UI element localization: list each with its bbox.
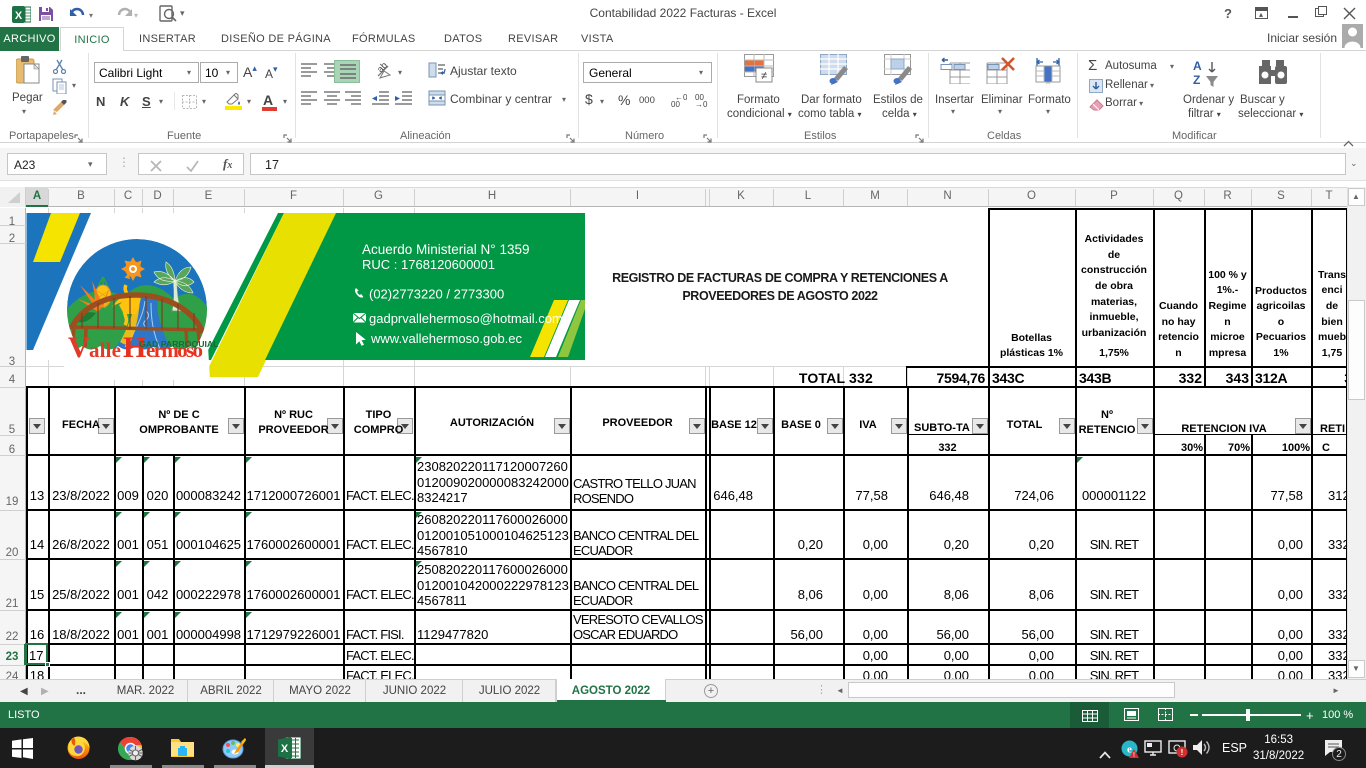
svg-text:RUC : 1768120600001: RUC : 1768120600001	[362, 257, 495, 272]
svg-text:A: A	[1193, 59, 1202, 73]
svg-text:gadprvallehermoso@hotmail.com: gadprvallehermoso@hotmail.com	[369, 311, 563, 326]
svg-text:V: V	[68, 331, 90, 364]
svg-text:!: !	[1181, 748, 1184, 757]
svg-text:→0: →0	[695, 100, 708, 108]
svg-text:www.vallehermoso.gob.ec: www.vallehermoso.gob.ec	[370, 331, 523, 346]
svg-text:alle: alle	[89, 338, 121, 362]
svg-text:GAD PARROQUIAL: GAD PARROQUIAL	[139, 339, 219, 349]
svg-text:00: 00	[671, 100, 680, 108]
svg-text:(02)2773220 / 2773300: (02)2773220 / 2773300	[369, 287, 504, 302]
svg-text:!: !	[1133, 752, 1135, 758]
svg-text:ab: ab	[376, 62, 389, 74]
svg-text:≠: ≠	[761, 70, 767, 82]
svg-text:X: X	[281, 743, 289, 755]
svg-text:Z: Z	[1193, 73, 1200, 87]
svg-text:X: X	[15, 10, 23, 22]
svg-text:Acuerdo Ministerial N° 1359: Acuerdo Ministerial N° 1359	[362, 242, 529, 257]
